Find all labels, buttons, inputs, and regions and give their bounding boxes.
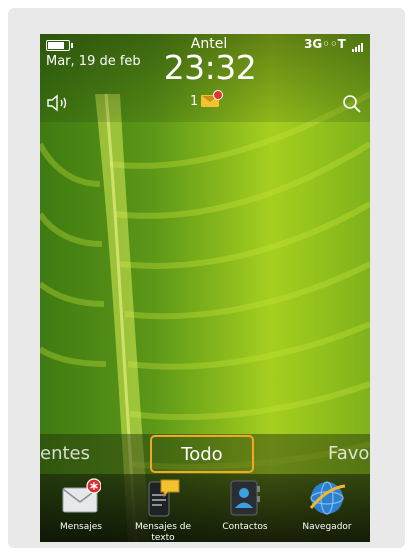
status-bar: Mar, 19 de feb Antel 23:32 3G◦◦T 1 [40, 34, 370, 122]
network-indicator: 3G◦◦T [304, 37, 364, 52]
speaker-icon[interactable] [46, 94, 72, 112]
dock-item-mensajes-texto[interactable]: Mensajes de texto [122, 474, 204, 542]
network-suffix: ◦◦T [322, 37, 346, 51]
clock-time: 23:32 [163, 48, 257, 87]
dock-label: Mensajes [60, 522, 102, 532]
home-screen: Mar, 19 de feb Antel 23:32 3G◦◦T 1 entes… [40, 34, 370, 542]
dock-item-contactos[interactable]: Contactos [204, 474, 286, 542]
date-label: Mar, 19 de feb [46, 54, 141, 69]
globe-icon [309, 481, 346, 515]
battery-icon [46, 40, 73, 51]
message-notification[interactable]: 1 [190, 90, 224, 111]
envelope-icon [201, 90, 224, 107]
tab-recientes[interactable]: entes [40, 443, 90, 464]
tab-strip: entes Todo Favoritos [40, 434, 370, 474]
tab-favoritos[interactable]: Favoritos [328, 443, 370, 464]
dock-label: Contactos [222, 522, 268, 532]
tab-todo[interactable]: Todo [150, 435, 254, 473]
search-icon[interactable] [342, 94, 362, 114]
dock-item-mensajes[interactable]: Mensajes [40, 474, 122, 542]
mail-icon [62, 478, 101, 513]
dock-label: Mensajes de texto [134, 522, 192, 542]
contacts-icon [230, 480, 260, 516]
network-type: 3G [304, 37, 323, 51]
dock-label: Navegador [302, 522, 352, 532]
signal-icon [352, 38, 364, 52]
text-message-icon [148, 479, 180, 517]
dock-item-navegador[interactable]: Navegador [286, 474, 368, 542]
notification-count: 1 [190, 94, 199, 109]
app-dock: Mensajes Mensajes de texto Contactos Nav… [40, 474, 370, 542]
